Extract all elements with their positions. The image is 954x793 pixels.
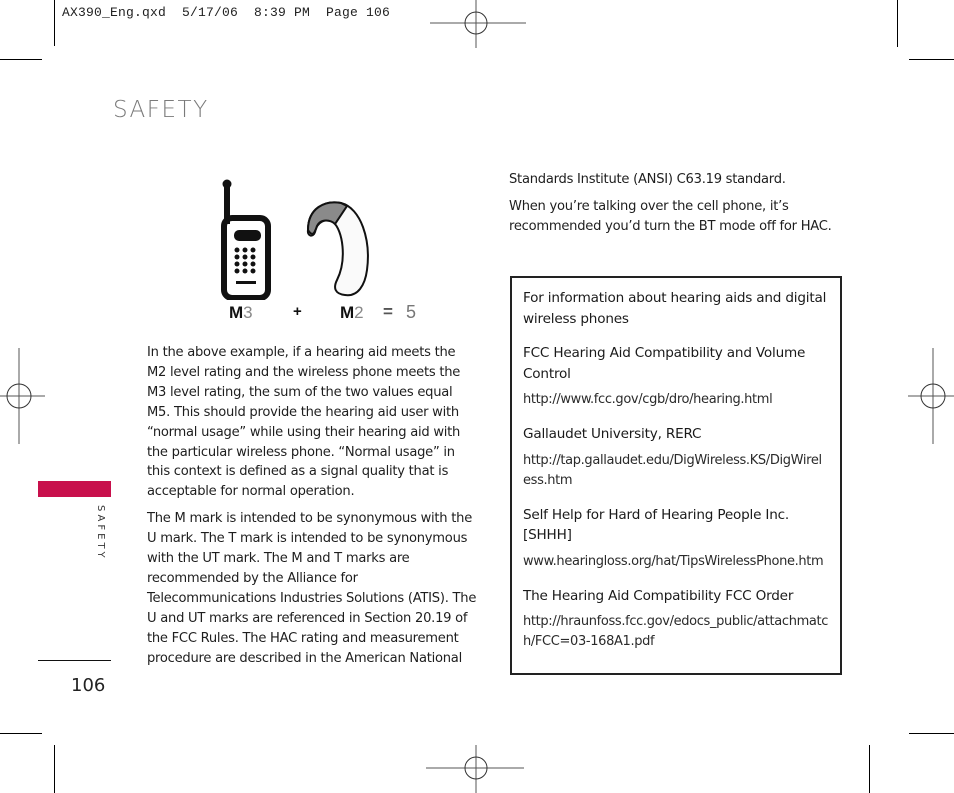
registration-mark-icon [0, 348, 45, 444]
cell-phone-icon [221, 179, 271, 300]
footer-rule [38, 660, 111, 661]
hac-rating-illustration: M3 + M2 = 5 [215, 175, 425, 325]
registration-mark-icon [908, 348, 954, 444]
crop-mark [909, 733, 954, 734]
section-tab [38, 481, 111, 497]
registration-mark-icon [426, 745, 524, 793]
resource-url[interactable]: http://hraunfoss.fcc.gov/edocs_public/at… [523, 612, 829, 652]
crop-mark [0, 59, 42, 60]
resource-url[interactable]: http://www.fcc.gov/cgb/dro/hearing.html [523, 390, 829, 410]
resources-box: For information about hearing aids and d… [510, 276, 842, 675]
crop-mark [0, 733, 42, 734]
paragraph: When you’re talking over the cell phone,… [509, 198, 832, 234]
resource-item: The Hearing Aid Compatibility FCC Order … [523, 586, 829, 653]
paragraph: The M mark is intended to be synonymous … [147, 511, 477, 666]
page-title: SAFETY [113, 97, 209, 123]
box-intro-text: For information about hearing aids and d… [523, 290, 827, 327]
paragraph: Standards Institute (ANSI) C63.19 standa… [509, 172, 786, 187]
resource-item: FCC Hearing Aid Compatibility and Volume… [523, 343, 829, 410]
section-side-label: SAFETY [95, 505, 106, 561]
phone-rating-value: 3 [243, 303, 253, 322]
hearing-aid-icon [306, 201, 369, 297]
crop-mark [869, 745, 870, 793]
rating-sum: 5 [406, 302, 417, 322]
aid-rating-value: 2 [354, 303, 364, 322]
resource-name: The Hearing Aid Compatibility FCC Order [523, 587, 794, 604]
crop-mark [909, 59, 954, 60]
resource-name: FCC Hearing Aid Compatibility and Volume… [523, 345, 806, 382]
left-column: In the above example, if a hearing aid m… [147, 343, 477, 676]
crop-mark [54, 745, 55, 793]
crop-mark [897, 0, 898, 47]
resource-name: Self Help for Hard of Hearing People Inc… [523, 506, 790, 544]
registration-mark-icon [430, 0, 526, 48]
page-number: 106 [71, 675, 106, 696]
plus-sign: + [293, 303, 302, 320]
resource-item: Gallaudet University, RERC http://tap.ga… [523, 424, 829, 491]
resource-url[interactable]: http://tap.gallaudet.edu/DigWireless.KS/… [523, 451, 829, 491]
right-column: Standards Institute (ANSI) C63.19 standa… [509, 170, 839, 244]
crop-mark [54, 0, 55, 46]
resource-url[interactable]: www.hearingloss.org/hat/TipsWirelessPhon… [523, 552, 829, 572]
box-intro: For information about hearing aids and d… [523, 288, 829, 329]
resource-item: Self Help for Hard of Hearing People Inc… [523, 505, 829, 572]
aid-rating-prefix: M [340, 303, 355, 322]
phone-rating-prefix: M [229, 303, 244, 322]
print-slug: AX390_Eng.qxd 5/17/06 8:39 PM Page 106 [62, 5, 391, 20]
paragraph: In the above example, if a hearing aid m… [147, 345, 461, 500]
resource-name: Gallaudet University, RERC [523, 426, 702, 442]
equals-sign: = [383, 302, 393, 321]
